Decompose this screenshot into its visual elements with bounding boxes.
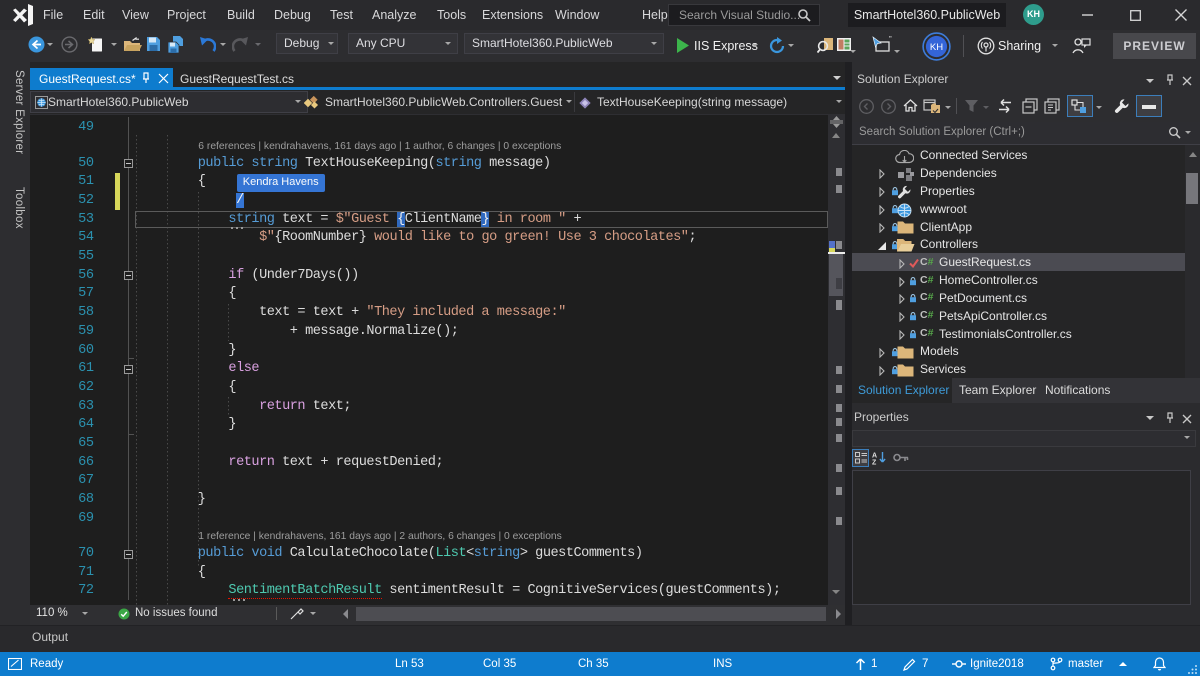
svg-text:”: ” (889, 36, 892, 44)
svg-text:KH: KH (930, 42, 943, 53)
svg-text:Z: Z (872, 460, 877, 466)
svg-text:A: A (872, 453, 877, 460)
